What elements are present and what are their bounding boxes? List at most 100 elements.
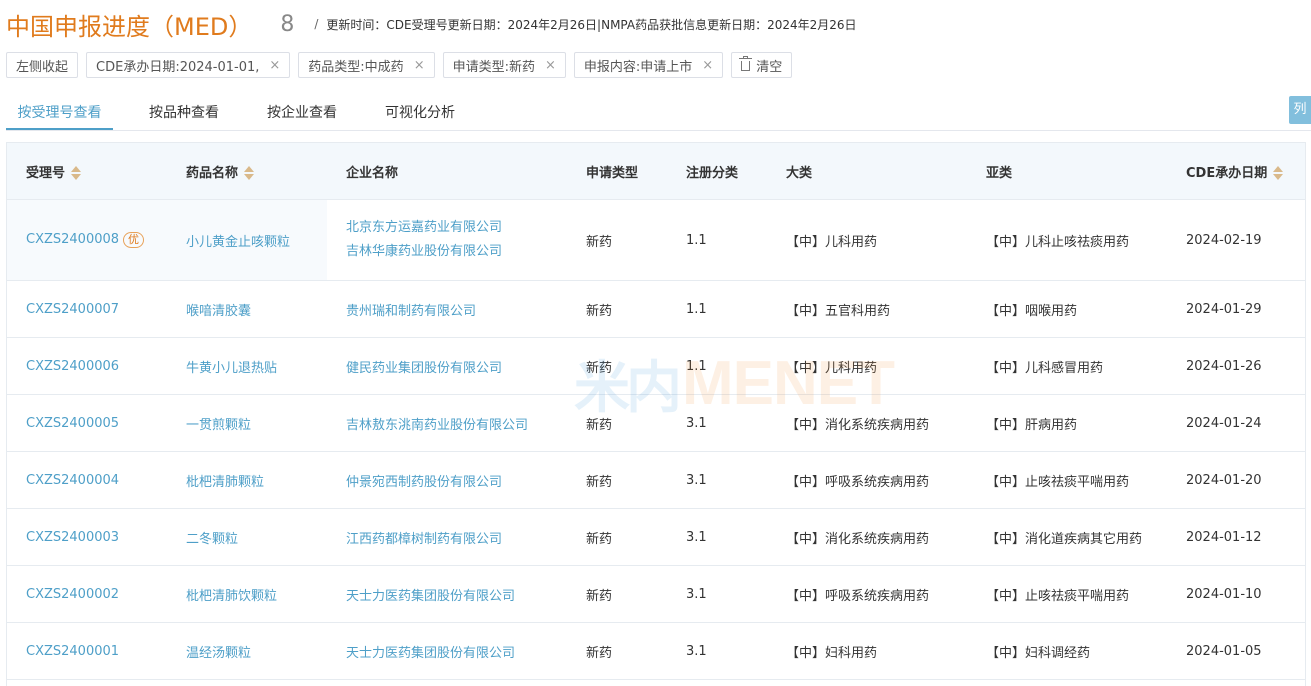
acceptance-number-link[interactable]: CXZS2400005 — [26, 416, 119, 431]
application-type-cell: 新药 — [567, 565, 667, 623]
filter-chip-content: 申报内容:申请上市 × — [573, 52, 724, 78]
acceptance-number-link[interactable]: CXZS2400007 — [26, 302, 119, 317]
column-header-drug-name[interactable]: 药品名称 — [167, 143, 327, 200]
cde-date-cell: 2024-01-12 — [1167, 508, 1305, 566]
drug-name-link[interactable]: 二冬颗粒 — [186, 532, 238, 547]
application-type-cell: 新药 — [567, 508, 667, 566]
tab-visual-analysis[interactable]: 可视化分析 — [374, 96, 466, 130]
filter-chip-label: CDE承办日期:2024-01-01, — [96, 59, 260, 75]
filter-chip-label: 药品类型:中成药 — [308, 59, 404, 75]
registration-class-cell: 1.1 — [667, 337, 767, 395]
registration-class-cell: 3.1 — [667, 508, 767, 566]
major-category-cell: 【中】呼吸系统疾病用药 — [767, 451, 967, 509]
company-link[interactable]: 天士力医药集团股份有限公司 — [346, 589, 515, 604]
company-link[interactable]: 江西药都樟树制药有限公司 — [346, 532, 502, 547]
update-info: 更新时间：CDE受理号更新日期：2024年2月26日|NMPA药品获批信息更新日… — [326, 17, 857, 32]
major-category-cell: 【中】消化系统疾病用药 — [767, 508, 967, 566]
company-link[interactable]: 吉林敖东洮南药业股份有限公司 — [346, 418, 528, 433]
application-type-cell: 新药 — [567, 337, 667, 395]
collapse-sidebar-label: 左侧收起 — [16, 59, 69, 75]
sort-icon[interactable] — [1273, 166, 1284, 180]
view-tabs: 按受理号查看 按品种查看 按企业查看 可视化分析 — [6, 96, 1311, 131]
acceptance-number-link[interactable]: CXZS2400008 — [26, 232, 119, 247]
cde-date-cell: 2024-01-05 — [1167, 622, 1305, 680]
filter-chip-date: CDE承办日期:2024-01-01, × — [86, 52, 291, 78]
filter-chip-label: 申请类型:新药 — [452, 59, 535, 75]
acceptance-number-link[interactable]: CXZS2400003 — [26, 530, 119, 545]
trash-icon — [739, 56, 753, 71]
registration-class-cell: 3.1 — [667, 394, 767, 452]
application-type-cell: 新药 — [567, 394, 667, 452]
sort-icon[interactable] — [71, 166, 82, 180]
close-icon[interactable]: × — [545, 58, 556, 73]
page-title: 中国申报进度（MED） — [6, 12, 253, 41]
filter-chip-label: 申报内容:申请上市 — [583, 59, 693, 75]
priority-badge: 优 — [123, 232, 145, 248]
results-table: 受理号 药品名称 企业名称 申请类型 注册分类 大类 亚类 CDE承办日期 CX… — [6, 142, 1306, 686]
drug-name-link[interactable]: 温经汤颗粒 — [186, 646, 251, 661]
clear-filters-label: 清空 — [756, 59, 783, 75]
acceptance-number-link[interactable]: CXZS2400004 — [26, 473, 119, 488]
column-header-application-type: 申请类型 — [567, 143, 667, 200]
major-category-cell: 【中】儿科用药 — [767, 199, 967, 281]
subcategory-cell: 【中】肝病用药 — [967, 394, 1167, 452]
registration-class-cell: 1.1 — [667, 199, 767, 281]
company-link[interactable]: 天士力医药集团股份有限公司 — [346, 646, 515, 661]
subcategory-cell: 【中】儿科感冒用药 — [967, 337, 1167, 395]
table-row: CXZS2400001 温经汤颗粒 天士力医药集团股份有限公司 新药 3.1 【… — [7, 622, 1305, 680]
column-header-registration-class: 注册分类 — [667, 143, 767, 200]
acceptance-number-link[interactable]: CXZS2400001 — [26, 644, 119, 659]
drug-name-link[interactable]: 一贯煎颗粒 — [186, 418, 251, 433]
sort-icon[interactable] — [244, 166, 255, 180]
major-category-cell: 【中】五官科用药 — [767, 280, 967, 338]
table-row: CXZS2400005 一贯煎颗粒 吉林敖东洮南药业股份有限公司 新药 3.1 … — [7, 394, 1305, 452]
column-header-subcategory: 亚类 — [967, 143, 1167, 200]
filter-bar: 左侧收起 CDE承办日期:2024-01-01, × 药品类型:中成药 × 申请类型… — [6, 52, 793, 78]
collapse-sidebar-button[interactable]: 左侧收起 — [6, 52, 79, 78]
acceptance-number-link[interactable]: CXZS2400002 — [26, 587, 119, 602]
clear-filters-button[interactable]: 清空 — [731, 52, 793, 78]
drug-name-link[interactable]: 枇杷清肺饮颗粒 — [186, 589, 277, 604]
drug-name-link[interactable]: 牛黄小儿退热贴 — [186, 361, 277, 376]
cde-date-cell: 2024-01-10 — [1167, 565, 1305, 623]
company-link[interactable]: 健民药业集团股份有限公司 — [346, 361, 502, 376]
column-header-cde-date[interactable]: CDE承办日期 — [1167, 143, 1305, 200]
drug-name-link[interactable]: 小儿黄金止咳颗粒 — [186, 235, 290, 250]
table-row: CXZS2400002 枇杷清肺饮颗粒 天士力医药集团股份有限公司 新药 3.1… — [7, 565, 1305, 623]
cde-date-cell: 2024-01-24 — [1167, 394, 1305, 452]
table-row: CXZS2400006 牛黄小儿退热贴 健民药业集团股份有限公司 新药 1.1 … — [7, 337, 1305, 395]
close-icon[interactable]: × — [702, 58, 713, 73]
registration-class-cell: 1.1 — [667, 280, 767, 338]
application-type-cell: 新药 — [567, 199, 667, 281]
drug-name-link[interactable]: 喉喑清胶囊 — [186, 304, 251, 319]
application-type-cell: 新药 — [567, 622, 667, 680]
tab-by-acceptance-number[interactable]: 按受理号查看 — [6, 96, 113, 130]
subcategory-cell: 【中】止咳祛痰平喘用药 — [967, 451, 1167, 509]
company-link[interactable]: 贵州瑞和制药有限公司 — [346, 304, 476, 319]
close-icon[interactable]: × — [269, 58, 280, 73]
company-link[interactable]: 吉林华康药业股份有限公司 — [346, 240, 567, 264]
tab-by-variety[interactable]: 按品种查看 — [136, 96, 232, 130]
subcategory-cell: 【中】妇科调经药 — [967, 622, 1167, 680]
company-link[interactable]: 仲景宛西制药股份有限公司 — [346, 475, 502, 490]
major-category-cell: 【中】呼吸系统疾病用药 — [767, 565, 967, 623]
tab-by-company[interactable]: 按企业查看 — [254, 96, 350, 130]
registration-class-cell: 3.1 — [667, 565, 767, 623]
column-settings-button[interactable]: 列 — [1289, 96, 1311, 124]
cde-date-cell: 2024-02-19 — [1167, 199, 1305, 281]
subcategory-cell: 【中】咽喉用药 — [967, 280, 1167, 338]
table-row: CXZS2400008 优 小儿黄金止咳颗粒 北京东方运嘉药业有限公司 吉林华康药业… — [7, 199, 1305, 281]
filter-chip-drug-type: 药品类型:中成药 × — [298, 52, 435, 78]
subcategory-cell: 【中】消化道疾病其它用药 — [967, 508, 1167, 566]
cde-date-cell: 2024-01-20 — [1167, 451, 1305, 509]
column-header-acceptance-number[interactable]: 受理号 — [7, 143, 167, 200]
close-icon[interactable]: × — [414, 58, 425, 73]
cde-date-cell: 2024-01-26 — [1167, 337, 1305, 395]
major-category-cell: 【中】妇科用药 — [767, 622, 967, 680]
company-link[interactable]: 北京东方运嘉药业有限公司 — [346, 216, 567, 240]
drug-name-link[interactable]: 枇杷清肺颗粒 — [186, 475, 264, 490]
page-header: 中国申报进度（MED） 8 / 更新时间：CDE受理号更新日期：2024年2月2… — [6, 6, 857, 42]
subcategory-cell: 【中】儿科止咳祛痰用药 — [967, 199, 1167, 281]
result-count: 8 — [280, 11, 295, 37]
acceptance-number-link[interactable]: CXZS2400006 — [26, 359, 119, 374]
